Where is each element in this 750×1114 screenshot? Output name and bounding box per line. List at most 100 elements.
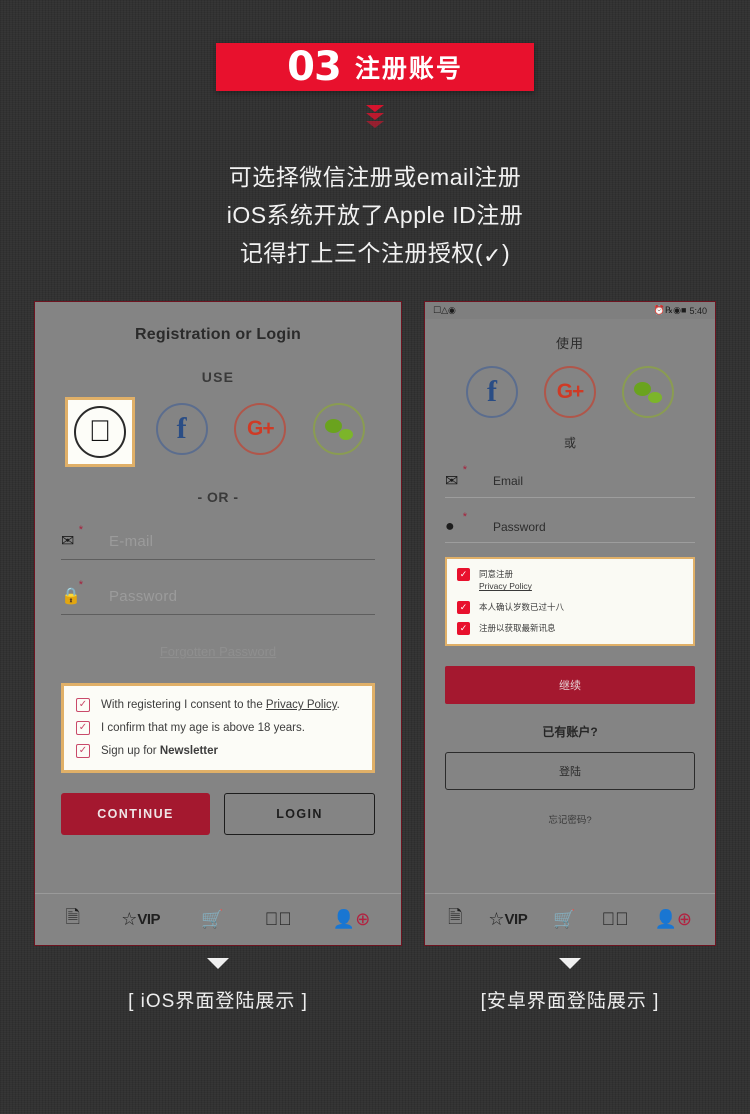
google-plus-icon: G+ — [234, 403, 287, 455]
description-line-3-suffix: ) — [501, 240, 511, 266]
chevron-group — [0, 105, 750, 128]
checkbox-checked-icon[interactable]: ✓ — [76, 744, 90, 758]
ios-facebook-login-button[interactable]: f — [150, 397, 214, 461]
ios-google-glyph: G+ — [247, 417, 275, 440]
ios-tabbar: 🗎 ☆ VIP 🛒 ✔⃝ 👤⊕ — [35, 893, 401, 945]
ios-apple-login-button[interactable]:  — [65, 397, 135, 467]
ios-consent-box: ✓ With registering I consent to the Priv… — [61, 683, 375, 773]
android-password-field[interactable]: ● * Password — [445, 511, 695, 543]
ios-wechat-login-button[interactable] — [307, 397, 371, 461]
ios-caption-label: [ iOS界面登陆展示 ] — [128, 991, 308, 1012]
checkbox-checked-icon[interactable]: ✓ — [457, 600, 470, 614]
chevron-down-icon — [366, 105, 384, 112]
ios-caption-column: [ iOS界面登陆展示 ] — [34, 958, 402, 1013]
android-status-bar: ☐△◉ ⏰℞◉■ 5:40 — [425, 302, 715, 319]
checkmark-icon: ✓ — [483, 243, 502, 268]
ios-email-placeholder: E-mail — [109, 532, 154, 550]
ios-phone-screenshot: Registration or Login USE  f G+ — [34, 301, 402, 946]
android-have-account-label: 已有账户? — [542, 724, 598, 739]
description-line-3: 记得打上三个注册授权(✓) — [0, 234, 750, 273]
ios-screen-body: Registration or Login USE  f G+ — [35, 302, 401, 893]
android-consent-box: ✓ 同意注册 Privacy Policy ✓ 本人确认岁数已过十八 ✓ 注册以… — [445, 557, 695, 646]
ios-forgot-password-label: Forgotten Password — [159, 644, 277, 659]
wechat-icon — [634, 382, 662, 403]
ios-consent-text-age: I confirm that my age is above 18 years. — [101, 722, 305, 734]
check-circle-icon[interactable]: ✔⃝ — [602, 909, 629, 930]
android-email-field[interactable]: ✉ * Email — [445, 464, 695, 498]
ios-consent-text-newsletter: Sign up for Newsletter — [101, 745, 218, 757]
android-email-placeholder: Email — [493, 474, 524, 488]
chevron-down-icon — [366, 113, 384, 120]
ios-consent-row-privacy[interactable]: ✓ With registering I consent to the Priv… — [76, 698, 360, 712]
triangle-down-icon — [559, 958, 581, 969]
triangle-down-icon — [207, 958, 229, 969]
android-consent-text-privacy: 同意注册 Privacy Policy — [479, 569, 532, 592]
android-login-button[interactable]: 登陆 — [445, 751, 695, 790]
android-consent-text-age: 本人确认岁数已过十八 — [479, 601, 565, 612]
pin-icon: ● * — [445, 511, 467, 535]
ios-forgot-password-link[interactable]: Forgotten Password — [61, 643, 375, 661]
apple-icon:  — [74, 406, 126, 458]
android-or-separator: 或 — [563, 436, 576, 450]
android-tabbar: 🗎 ☆ VIP 🛒 ✔⃝ 👤⊕ — [425, 893, 715, 945]
android-consent-row-privacy[interactable]: ✓ 同意注册 Privacy Policy — [457, 568, 683, 593]
google-plus-icon: G+ — [556, 380, 585, 403]
cart-icon[interactable]: 🛒 — [553, 909, 575, 930]
description-line-2: iOS系统开放了Apple ID注册 — [226, 202, 524, 228]
ios-continue-button[interactable]: CONTINUE — [61, 793, 210, 835]
vip-icon[interactable]: ☆ VIP — [121, 909, 160, 930]
ios-google-login-button[interactable]: G+ — [228, 397, 292, 461]
cart-icon[interactable]: 🛒 — [201, 909, 223, 930]
android-wechat-login-button[interactable] — [622, 366, 674, 418]
description-line-3-prefix: 记得打上三个注册授权( — [239, 240, 484, 266]
page-title: 注册账号 — [354, 55, 463, 83]
description-line-1: 可选择微信注册或email注册 — [228, 164, 522, 190]
ios-consent-text-privacy: With registering I consent to the Privac… — [101, 699, 340, 711]
facebook-icon: f — [155, 403, 208, 455]
chevron-down-icon — [366, 121, 384, 128]
orders-icon[interactable]: 🗎 — [66, 905, 80, 935]
android-social-login-row: f G+ — [445, 366, 695, 418]
ios-email-field[interactable]: ✉ * E-mail — [61, 524, 375, 560]
android-forgot-password-link[interactable]: 忘记密码? — [445, 812, 695, 826]
orders-icon[interactable]: 🗎 — [448, 905, 462, 935]
ios-password-placeholder: Password — [109, 587, 178, 605]
checkbox-checked-icon[interactable]: ✓ — [76, 698, 90, 712]
ios-password-field[interactable]: 🔒 * Password — [61, 579, 375, 615]
android-caption-column: [安卓界面登陆展示 ] — [424, 958, 716, 1013]
ios-social-login-row:  f G+ — [61, 397, 375, 467]
add-user-icon[interactable]: 👤⊕ — [333, 909, 371, 930]
android-screen-body: 使用 f G+ 或 ✉ * Email ● * Password ✓ 同意注册 … — [425, 319, 715, 893]
android-consent-text-newsletter: 注册以获取最新讯息 — [479, 622, 556, 633]
ios-screen-title: Registration or Login — [135, 326, 301, 343]
android-consent-row-age[interactable]: ✓ 本人确认岁数已过十八 — [457, 600, 683, 614]
checkbox-checked-icon[interactable]: ✓ — [457, 621, 470, 635]
status-left-icons: ☐△◉ — [433, 305, 456, 315]
ios-login-button[interactable]: LOGIN — [224, 793, 375, 835]
ios-or-separator: - OR - — [197, 489, 239, 505]
android-use-label: 使用 — [555, 336, 584, 351]
phone-screenshots-row: Registration or Login USE  f G+ — [0, 301, 750, 946]
checkbox-checked-icon[interactable]: ✓ — [457, 568, 470, 581]
status-right-icons: ⏰℞◉■ 5:40 — [653, 305, 707, 316]
ios-consent-row-newsletter[interactable]: ✓ Sign up for Newsletter — [76, 744, 360, 758]
ios-action-buttons: CONTINUE LOGIN — [61, 793, 375, 835]
checkbox-checked-icon[interactable]: ✓ — [76, 721, 90, 735]
ios-consent-row-age[interactable]: ✓ I confirm that my age is above 18 year… — [76, 721, 360, 735]
android-phone-screenshot: ☐△◉ ⏰℞◉■ 5:40 使用 f G+ 或 ✉ * Email ● * Pa… — [424, 301, 716, 946]
vip-icon[interactable]: ☆ VIP — [488, 909, 527, 930]
required-asterisk: * — [462, 511, 467, 523]
android-consent-row-newsletter[interactable]: ✓ 注册以获取最新讯息 — [457, 621, 683, 635]
android-google-login-button[interactable]: G+ — [544, 366, 596, 418]
ios-use-label: USE — [201, 369, 235, 385]
add-user-icon[interactable]: 👤⊕ — [655, 909, 693, 930]
captions-row: [ iOS界面登陆展示 ] [安卓界面登陆展示 ] — [0, 958, 750, 1013]
check-circle-icon[interactable]: ✔⃝ — [265, 909, 292, 930]
android-facebook-login-button[interactable]: f — [466, 366, 518, 418]
header-banner-wrap: 03 注册账号 — [0, 0, 750, 91]
envelope-icon: ✉ * — [61, 524, 83, 550]
description-block: 可选择微信注册或email注册 iOS系统开放了Apple ID注册 记得打上三… — [0, 158, 750, 273]
android-continue-button[interactable]: 继续 — [445, 665, 695, 704]
android-password-placeholder: Password — [493, 520, 546, 534]
step-number: 03 — [287, 44, 342, 90]
